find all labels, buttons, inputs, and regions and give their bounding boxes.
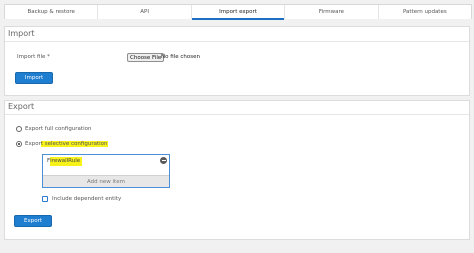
add-new-item-button[interactable]: Add new item bbox=[43, 175, 169, 187]
export-selective-label: Export selective configuration bbox=[25, 141, 108, 147]
choose-file-button[interactable]: Choose File bbox=[127, 53, 165, 62]
import-panel: Import Import file * Choose File No file… bbox=[4, 26, 470, 96]
tab-pattern-updates[interactable]: Pattern updates bbox=[379, 5, 471, 19]
tab-import-export[interactable]: Import export bbox=[191, 5, 286, 20]
include-dependent-checkbox[interactable] bbox=[42, 196, 48, 202]
import-divider bbox=[5, 41, 469, 42]
list-item-highlight: irewallRule bbox=[50, 156, 83, 166]
export-full-radio[interactable] bbox=[16, 126, 22, 132]
tab-backup-restore[interactable]: Backup & restore bbox=[5, 5, 99, 19]
export-full-label: Export full configuration bbox=[25, 126, 92, 132]
remove-item-icon[interactable] bbox=[160, 157, 167, 164]
list-item: FirewallRule bbox=[43, 155, 169, 167]
include-dependent-label: Include dependent entity bbox=[52, 196, 122, 202]
export-selective-label-highlight: t selective configuration bbox=[40, 141, 108, 147]
tab-api[interactable]: API bbox=[98, 5, 192, 19]
no-file-chosen-text: No file chosen bbox=[161, 54, 200, 60]
export-divider bbox=[5, 114, 469, 115]
tab-bar: Backup & restore API Import export Firmw… bbox=[4, 4, 472, 20]
export-selective-label-prefix: Expor bbox=[25, 141, 41, 147]
entity-list-box: FirewallRule Add new item bbox=[42, 154, 170, 188]
tab-firmware[interactable]: Firmware bbox=[285, 5, 379, 19]
export-button[interactable]: Export bbox=[14, 215, 52, 227]
import-button[interactable]: Import bbox=[15, 72, 53, 84]
import-file-label: Import file * bbox=[17, 54, 50, 60]
import-title: Import bbox=[8, 29, 35, 38]
export-selective-radio[interactable] bbox=[16, 141, 22, 147]
export-title: Export bbox=[8, 102, 35, 111]
